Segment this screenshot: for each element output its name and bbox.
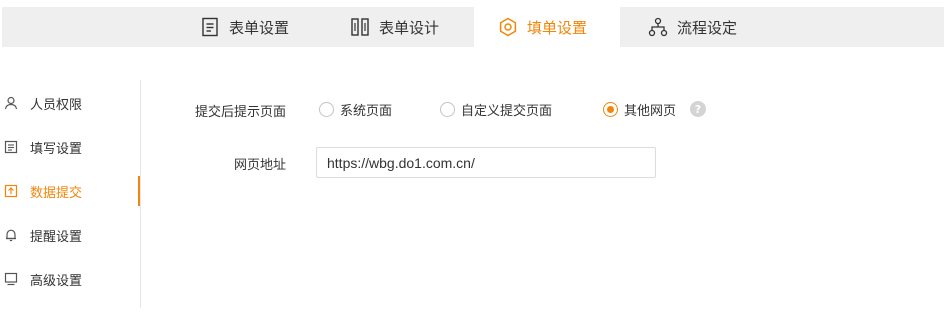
sidebar-item-reminder-settings[interactable]: 提醒设置 <box>0 220 140 250</box>
radio-label: 系统页面 <box>340 104 393 119</box>
sidebar-item-label: 提醒设置 <box>30 229 83 245</box>
radio-circle <box>440 102 455 117</box>
sidebar-item-label: 人员权限 <box>30 97 83 113</box>
document-list-icon <box>200 17 220 37</box>
bell-icon <box>4 228 18 242</box>
submit-page-label: 提交后提示页面 <box>194 105 286 120</box>
tab-label: 填单设置 <box>527 18 588 37</box>
sidebar: 人员权限 填写设置 数据提交 提醒设置 高级设置 <box>0 80 141 308</box>
tab-process-settings[interactable]: 流程设定 <box>648 7 737 47</box>
url-input[interactable] <box>316 147 656 178</box>
sidebar-item-fill-settings[interactable]: 填写设置 <box>0 132 140 162</box>
sidebar-item-permissions[interactable]: 人员权限 <box>0 88 140 118</box>
radio-label: 自定义提交页面 <box>461 104 553 119</box>
form-icon <box>4 140 18 154</box>
sidebar-item-data-submit[interactable]: 数据提交 <box>0 176 140 206</box>
flow-chart-icon <box>648 17 668 37</box>
sidebar-item-label: 高级设置 <box>30 273 83 289</box>
radio-system-page[interactable]: 系统页面 <box>319 100 392 119</box>
user-icon <box>4 96 18 110</box>
monitor-icon <box>4 272 18 286</box>
radio-circle <box>603 102 618 117</box>
columns-icon <box>350 17 370 37</box>
tab-label: 表单设计 <box>379 18 440 37</box>
radio-other-webpage[interactable]: 其他网页 <box>603 100 676 119</box>
tab-label: 流程设定 <box>677 18 738 37</box>
radio-circle <box>319 102 334 117</box>
tab-fill-settings[interactable]: 填单设置 <box>474 7 620 47</box>
url-label: 网页地址 <box>233 158 286 173</box>
sidebar-item-label: 数据提交 <box>30 185 83 201</box>
gear-icon <box>498 17 518 37</box>
top-tab-bar: 表单设置 表单设计 填单设置 流程设定 <box>2 7 944 47</box>
upload-icon <box>4 184 18 198</box>
sidebar-item-advanced-settings[interactable]: 高级设置 <box>0 264 140 294</box>
radio-label: 其他网页 <box>624 104 677 119</box>
sidebar-item-label: 填写设置 <box>30 141 83 157</box>
tab-form-design[interactable]: 表单设计 <box>350 7 439 47</box>
help-icon[interactable]: ? <box>690 101 706 117</box>
tab-label: 表单设置 <box>229 18 290 37</box>
tab-form-settings[interactable]: 表单设置 <box>200 7 289 47</box>
radio-custom-submit-page[interactable]: 自定义提交页面 <box>440 100 552 119</box>
